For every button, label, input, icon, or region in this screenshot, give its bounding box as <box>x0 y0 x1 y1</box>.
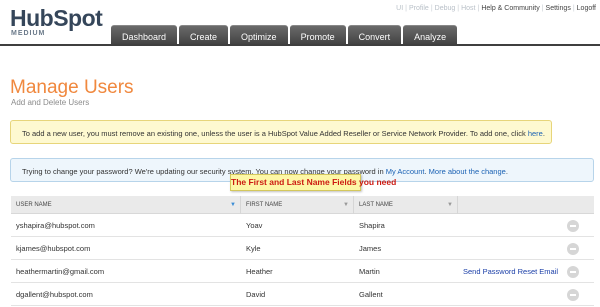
password-notice-end: . <box>505 167 508 176</box>
app-header: HubSpot MEDIUM UI | Profile | Debug | Host | Hel… <box>0 0 600 46</box>
cell-last-name: Gallent <box>359 290 383 299</box>
col-header-user-name[interactable]: USER NAME ▼ <box>11 196 241 214</box>
col-header-last-label: LAST NAME <box>359 202 393 208</box>
tab-dashboard[interactable]: Dashboard <box>111 25 178 46</box>
hubspot-logo[interactable]: HubSpot MEDIUM <box>10 5 110 39</box>
delete-user-icon[interactable] <box>567 266 579 278</box>
users-table: USER NAME ▼ FIRST NAME ▼ LAST NAME ▼ yshapi… <box>11 196 594 306</box>
cell-last-name: Shapira <box>359 221 385 230</box>
cell-user-name: heathermartin@gmail.com <box>16 267 105 276</box>
cell-first-name: Yoav <box>246 221 263 230</box>
cell-first-name: Heather <box>246 267 273 276</box>
my-account-link[interactable]: My Account <box>386 167 425 176</box>
delete-user-icon[interactable] <box>567 243 579 255</box>
col-header-actions <box>458 196 594 214</box>
cell-user-name: dgallent@hubspot.com <box>16 290 93 299</box>
col-header-first-label: FIRST NAME <box>246 202 283 208</box>
toplink-help[interactable]: Help & Community <box>481 5 539 12</box>
tab-convert[interactable]: Convert <box>347 25 402 46</box>
logo-edition: MEDIUM <box>11 30 46 37</box>
user-limit-notice: To add a new user, you must remove an ex… <box>10 120 552 144</box>
nav-underline <box>0 44 600 46</box>
add-user-link[interactable]: here <box>528 129 543 138</box>
page-subtitle: Add and Delete Users <box>11 98 90 107</box>
tab-create[interactable]: Create <box>179 25 229 46</box>
sort-icon: ▼ <box>343 202 349 208</box>
tab-optimize[interactable]: Optimize <box>230 25 288 46</box>
col-header-user-label: USER NAME <box>16 202 52 208</box>
tab-analyze[interactable]: Analyze <box>403 25 458 46</box>
cell-last-name: Martin <box>359 267 380 276</box>
user-limit-end: . <box>542 129 545 138</box>
toplink-host[interactable]: Host <box>461 5 475 12</box>
top-links: UI | Profile | Debug | Host | Help & Community | S… <box>396 5 596 12</box>
toplink-settings[interactable]: Settings <box>546 5 571 12</box>
cell-first-name: Kyle <box>246 244 261 253</box>
sort-desc-icon: ▼ <box>230 202 236 208</box>
toplink-logoff[interactable]: Logoff <box>577 5 596 12</box>
table-row: kjames@hubspot.com Kyle James <box>11 237 594 260</box>
cell-first-name: David <box>246 290 266 299</box>
table-row: heathermartin@gmail.com Heather Martin S… <box>11 260 594 283</box>
table-row: dgallent@hubspot.com David Gallent <box>11 283 594 306</box>
cell-user-name: kjames@hubspot.com <box>16 244 91 253</box>
table-header: USER NAME ▼ FIRST NAME ▼ LAST NAME ▼ <box>11 196 594 214</box>
main-nav: Dashboard Create Optimize Promote Conver… <box>111 25 458 46</box>
delete-user-icon[interactable] <box>567 220 579 232</box>
col-header-first-name[interactable]: FIRST NAME ▼ <box>241 196 354 214</box>
delete-user-icon[interactable] <box>567 289 579 301</box>
tab-promote[interactable]: Promote <box>289 25 346 46</box>
toplink-ui[interactable]: UI <box>396 5 403 12</box>
page-title: Manage Users <box>10 77 134 98</box>
table-row: yshapira@hubspot.com Yoav Shapira <box>11 214 594 237</box>
col-header-last-name[interactable]: LAST NAME ▼ <box>354 196 458 214</box>
cell-last-name: James <box>359 244 382 253</box>
toplink-profile[interactable]: Profile <box>409 5 429 12</box>
sort-icon: ▼ <box>447 202 453 208</box>
cell-user-name: yshapira@hubspot.com <box>16 221 95 230</box>
name-fields-callout: The First and Last Name Fields you need <box>230 174 396 191</box>
more-about-change-link[interactable]: More about the change <box>429 167 506 176</box>
logo-wordmark: HubSpot <box>10 5 103 31</box>
send-password-reset-link[interactable]: Send Password Reset Email <box>463 260 558 283</box>
toplink-debug[interactable]: Debug <box>435 5 456 12</box>
user-limit-text: To add a new user, you must remove an ex… <box>22 129 528 138</box>
